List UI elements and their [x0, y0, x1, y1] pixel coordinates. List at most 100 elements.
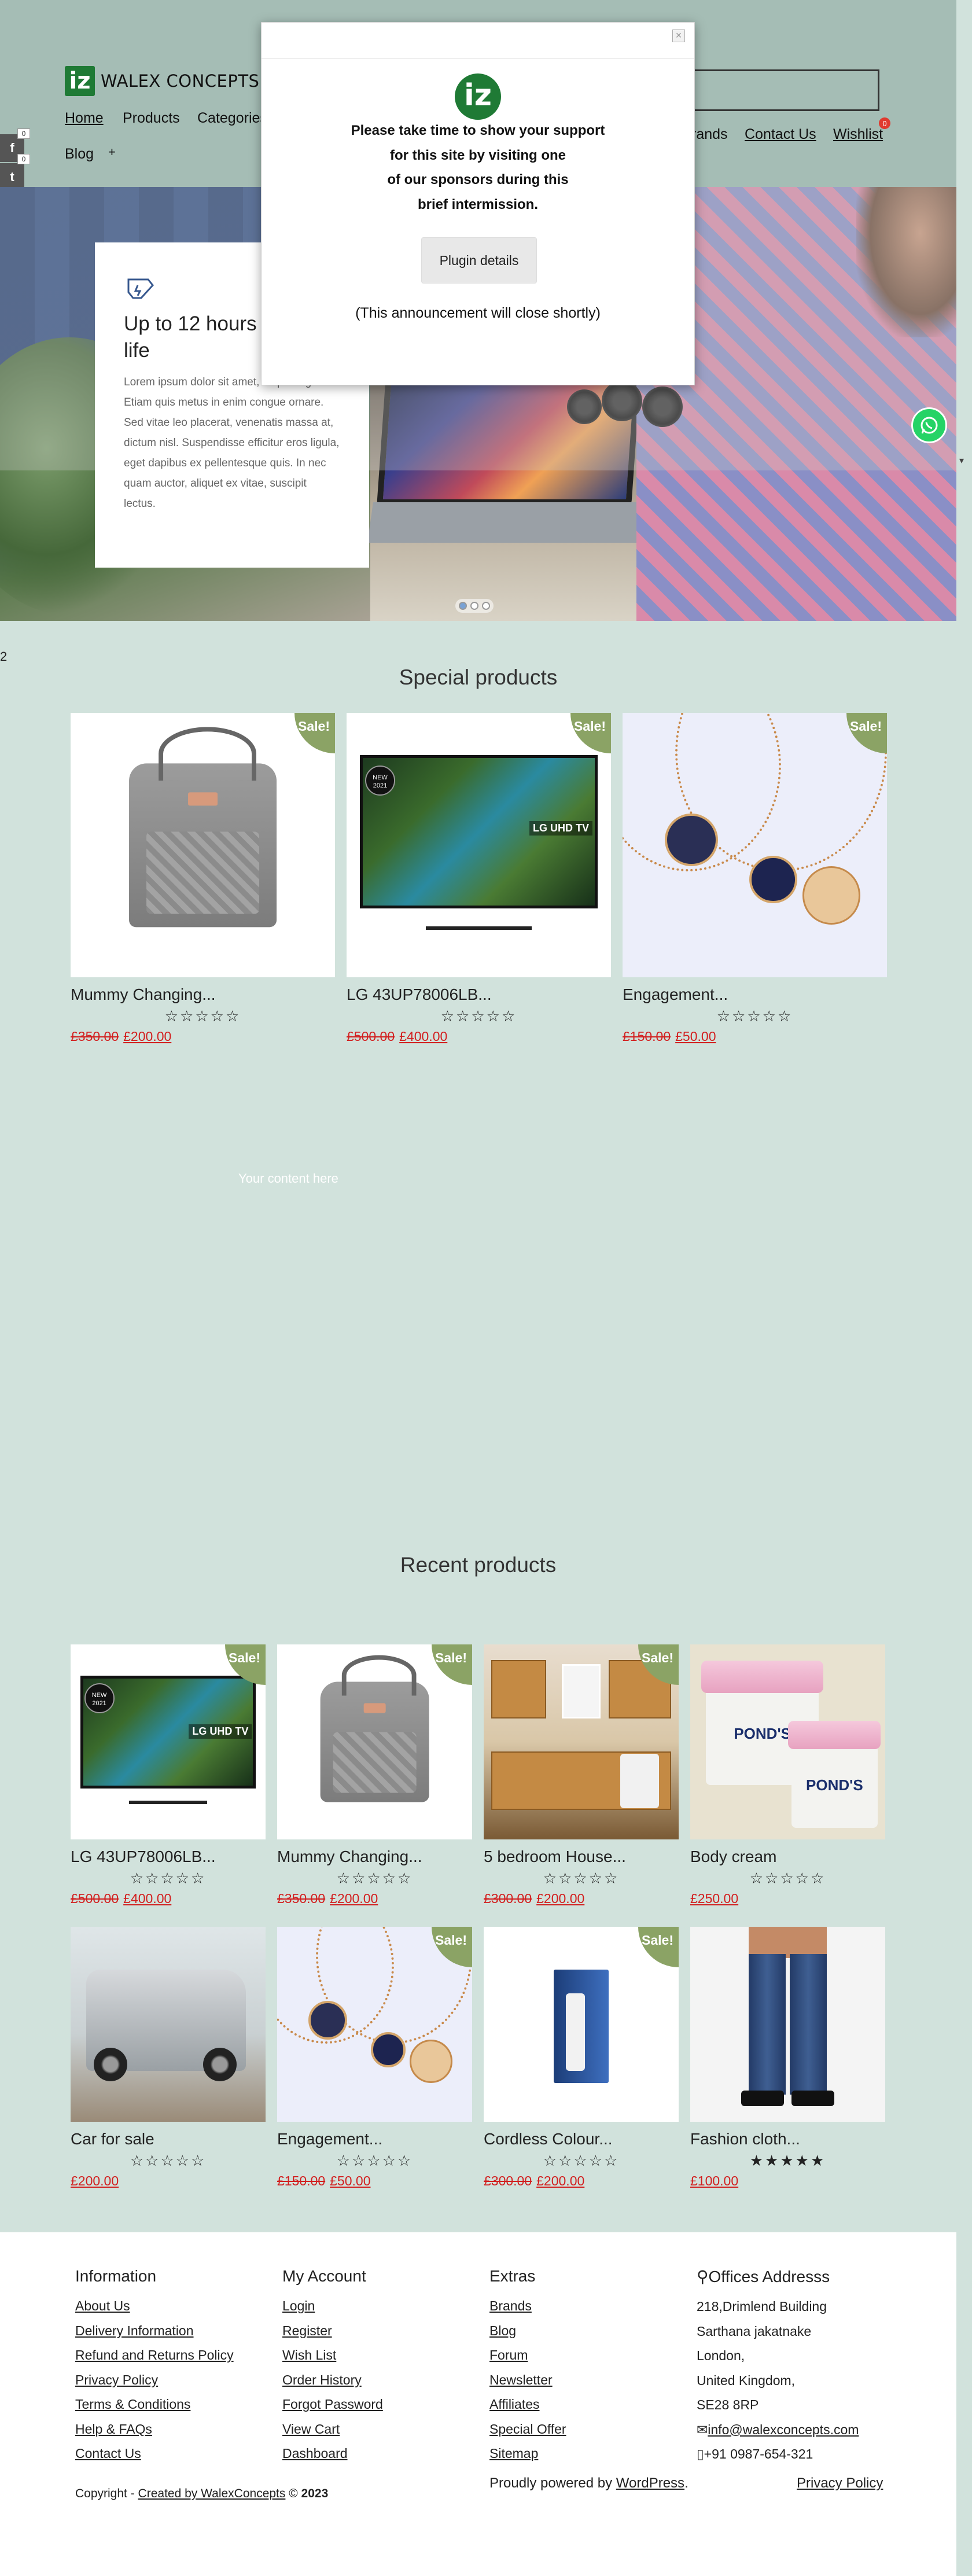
- product-image[interactable]: LG UHD TV NEW 2021 Sale!: [347, 713, 611, 977]
- footer-link[interactable]: About Us: [75, 2294, 234, 2319]
- product-name[interactable]: LG 43UP78006LB...: [347, 985, 611, 1004]
- copyright-link[interactable]: Created by WalexConcepts: [138, 2487, 286, 2500]
- close-icon[interactable]: ×: [672, 30, 685, 42]
- copyright-symbol: ©: [285, 2487, 301, 2500]
- footer-link[interactable]: Brands: [489, 2294, 566, 2319]
- laptop-keyboard: [367, 502, 674, 543]
- powered-suffix: .: [684, 2475, 689, 2491]
- wordpress-link[interactable]: WordPress: [616, 2475, 684, 2491]
- footer-link[interactable]: Register: [282, 2319, 383, 2343]
- footer-link[interactable]: Special Offer: [489, 2417, 566, 2442]
- product-name[interactable]: 5 bedroom House...: [484, 1848, 679, 1866]
- footer-link[interactable]: Newsletter: [489, 2368, 566, 2393]
- site-logo[interactable]: iz WALEX CONCEPTS: [65, 66, 259, 96]
- product-card[interactable]: POND'S POND'S Body cream ☆☆☆☆☆ £250.00: [690, 1644, 885, 1907]
- current-price: £400.00: [399, 1029, 448, 1044]
- footer-heading: Information: [75, 2267, 157, 2285]
- product-image[interactable]: Sale!: [277, 1927, 472, 2122]
- footer-link[interactable]: Affiliates: [489, 2392, 566, 2417]
- footer-link[interactable]: Wish List: [282, 2343, 383, 2368]
- product-card[interactable]: Fashion cloth... ★★★★★ £100.00: [690, 1927, 885, 2189]
- product-image[interactable]: Sale!: [71, 713, 335, 977]
- product-image[interactable]: Sale!: [277, 1644, 472, 1839]
- footer-link[interactable]: Forgot Password: [282, 2392, 383, 2417]
- product-card[interactable]: Car for sale ☆☆☆☆☆ £200.00: [71, 1927, 266, 2189]
- sale-badge: Sale!: [570, 713, 611, 753]
- map-pin-icon: ⚲: [697, 2268, 709, 2286]
- footer-heading: My Account: [282, 2267, 366, 2285]
- slider-dot[interactable]: [459, 602, 467, 610]
- footer-information: Information About Us Delivery Informatio…: [75, 2267, 234, 2466]
- product-card[interactable]: Sale! Mummy Changing... ☆☆☆☆☆ £350.00 £200.0…: [71, 713, 335, 1044]
- slider-dot[interactable]: [470, 602, 478, 610]
- product-card[interactable]: Sale! 5 bedroom House... ☆☆☆☆☆ £300.00 £200.…: [484, 1644, 679, 1907]
- plugin-details-button[interactable]: Plugin details: [421, 237, 537, 284]
- nav-wishlist[interactable]: Wishlist: [833, 126, 883, 143]
- product-name[interactable]: LG 43UP78006LB...: [71, 1848, 266, 1866]
- product-name[interactable]: Cordless Colour...: [484, 2130, 679, 2148]
- footer-link[interactable]: Delivery Information: [75, 2319, 234, 2343]
- footer-link[interactable]: View Cart: [282, 2417, 383, 2442]
- current-price: £50.00: [675, 1029, 716, 1044]
- scroll-down-icon[interactable]: ▾: [959, 455, 964, 466]
- nav-brands[interactable]: rands: [691, 126, 728, 143]
- product-card[interactable]: Sale! Cordless Colour... ☆☆☆☆☆ £300.00 £200.…: [484, 1927, 679, 2189]
- envelope-icon: ✉: [697, 2422, 708, 2437]
- old-price: £150.00: [277, 2173, 326, 2188]
- product-card[interactable]: LG UHD TV NEW 2021 Sale! LG 43UP78006LB... ☆…: [347, 713, 611, 1044]
- footer-heading: Extras: [489, 2267, 536, 2285]
- modal-logo: iz: [455, 73, 501, 120]
- hero-body: Lorem ipsum dolor sit amet, adipiscing e…: [124, 376, 340, 510]
- footer-link[interactable]: Help & FAQs: [75, 2417, 234, 2442]
- nav-categories[interactable]: Categories: [197, 110, 267, 127]
- battery-icon: [124, 275, 157, 303]
- product-card[interactable]: Sale! Engagement... ☆☆☆☆☆ £150.00 £50.00: [623, 713, 887, 1044]
- product-image[interactable]: Sale!: [484, 1644, 679, 1839]
- product-card[interactable]: Sale! Mummy Changing... ☆☆☆☆☆ £350.00 £200.0…: [277, 1644, 472, 1907]
- product-image[interactable]: POND'S POND'S: [690, 1644, 885, 1839]
- product-image[interactable]: Sale!: [484, 1927, 679, 2122]
- phone-icon: ▯: [697, 2446, 704, 2461]
- copyright-prefix: Copyright -: [75, 2487, 138, 2500]
- nav-contact-us[interactable]: Contact Us: [745, 126, 816, 143]
- product-price: £300.00 £200.00: [484, 1891, 679, 1907]
- email-link[interactable]: info@walexconcepts.com: [708, 2422, 859, 2437]
- footer-link[interactable]: Dashboard: [282, 2441, 383, 2466]
- footer-link[interactable]: Terms & Conditions: [75, 2392, 234, 2417]
- current-price: £200.00: [123, 1029, 172, 1044]
- product-image[interactable]: Sale!: [623, 713, 887, 977]
- current-price: £200.00: [71, 2173, 119, 2188]
- nav-blog[interactable]: Blog: [65, 146, 94, 163]
- product-name[interactable]: Engagement...: [277, 2130, 472, 2148]
- product-image[interactable]: [71, 1927, 266, 2122]
- nav-home[interactable]: Home: [65, 110, 104, 127]
- footer-link[interactable]: Blog: [489, 2319, 566, 2343]
- product-name[interactable]: Mummy Changing...: [277, 1848, 472, 1866]
- product-name[interactable]: Body cream: [690, 1848, 885, 1866]
- footer-link[interactable]: Privacy Policy: [75, 2368, 234, 2393]
- product-name[interactable]: Fashion cloth...: [690, 2130, 885, 2148]
- star-rating-icon: ☆☆☆☆☆: [749, 1870, 826, 1887]
- product-name[interactable]: Mummy Changing...: [71, 985, 335, 1004]
- footer-link[interactable]: Forum: [489, 2343, 566, 2368]
- whatsapp-icon[interactable]: [911, 407, 947, 443]
- product-name[interactable]: Engagement...: [623, 985, 887, 1004]
- footer-link[interactable]: Contact Us: [75, 2441, 234, 2466]
- footer-link[interactable]: Refund and Returns Policy: [75, 2343, 234, 2368]
- slider-dot[interactable]: [482, 602, 490, 610]
- product-image[interactable]: [690, 1927, 885, 2122]
- nav-products[interactable]: Products: [123, 110, 180, 127]
- footer-link[interactable]: Sitemap: [489, 2441, 566, 2466]
- search-input[interactable]: [691, 69, 879, 111]
- footer-heading: ⚲Offices Addresss: [697, 2267, 859, 2286]
- nav-expand-toggle[interactable]: +: [108, 145, 116, 160]
- product-card[interactable]: LG UHD TV NEW 2021 Sale! LG 43UP78006LB... ☆…: [71, 1644, 266, 1907]
- product-card[interactable]: Sale! Engagement... ☆☆☆☆☆ £150.00 £50.00: [277, 1927, 472, 2189]
- privacy-policy-link[interactable]: Privacy Policy: [797, 2475, 883, 2492]
- product-name[interactable]: Car for sale: [71, 2130, 266, 2148]
- star-rating-icon: ☆☆☆☆☆: [336, 2152, 413, 2169]
- footer-link[interactable]: Order History: [282, 2368, 383, 2393]
- product-image[interactable]: LG UHD TV NEW 2021 Sale!: [71, 1644, 266, 1839]
- footer-link[interactable]: Login: [282, 2294, 383, 2319]
- site-footer: Information About Us Delivery Informatio…: [0, 2232, 956, 2576]
